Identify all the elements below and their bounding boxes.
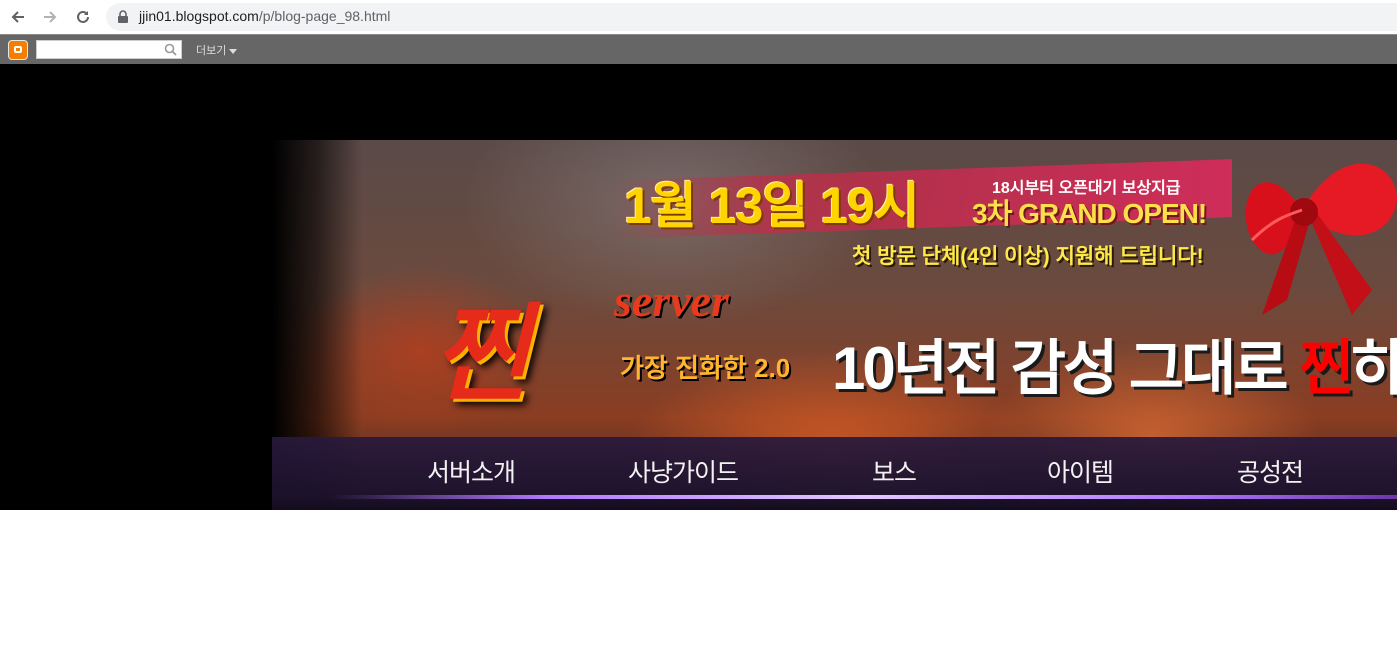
grand-open-text: 3차 GRAND OPEN!: [972, 198, 1207, 229]
slogan-tail-text: 하: [1351, 335, 1397, 402]
menu-item-items[interactable]: 아이템: [1047, 453, 1114, 489]
logo-server-text: server: [614, 275, 729, 326]
server-logo: 찐 server 가장 진화한 2.0: [432, 268, 822, 438]
blog-search-box: [36, 40, 182, 61]
menu-glow-line: [332, 495, 1397, 499]
logo-jjin-text: 찐: [432, 297, 530, 414]
slogan-main-text: 10년전 감성 그대로: [832, 335, 1300, 402]
url-text: jjin01.blogspot.com/p/blog-page_98.html: [139, 8, 390, 24]
menu-item-siege[interactable]: 공성전: [1237, 453, 1304, 489]
back-button[interactable]: [6, 5, 30, 29]
reload-button[interactable]: [71, 5, 95, 29]
slogan-highlight-text: 찐: [1299, 335, 1354, 402]
address-bar[interactable]: jjin01.blogspot.com/p/blog-page_98.html: [106, 3, 1397, 31]
logo-tagline: 가장 진화한 2.0: [620, 353, 791, 383]
banner-slogan: 10년전 감성 그대로 찐하: [832, 320, 1397, 407]
arrow-left-icon: [11, 11, 24, 23]
search-icon[interactable]: [164, 43, 177, 56]
url-path: /p/blog-page_98.html: [258, 8, 391, 24]
menu-item-hunting-guide[interactable]: 사냥가이드: [628, 453, 739, 489]
server-banner: 1월 13일 19시 18시부터 오픈대기 보상지급 3차 GRAND OPEN…: [272, 140, 1397, 510]
menu-item-boss[interactable]: 보스: [872, 453, 917, 489]
forward-button[interactable]: [38, 5, 62, 29]
blog-search-input[interactable]: [41, 45, 161, 61]
more-label: 더보기: [196, 44, 227, 57]
blogger-navbar: 더보기: [0, 34, 1397, 64]
browser-toolbar: jjin01.blogspot.com/p/blog-page_98.html: [0, 0, 1397, 34]
banner-menu: 서버소개 사냥가이드 보스 아이템 공성전: [272, 437, 1397, 510]
blogger-logo-icon[interactable]: [8, 40, 28, 60]
visit-support-text: 첫 방문 단체(4인 이상) 지원해 드립니다!: [852, 245, 1204, 268]
arrow-right-icon: [44, 11, 57, 23]
menu-item-server-intro[interactable]: 서버소개: [427, 453, 516, 489]
caret-down-icon: [229, 48, 238, 54]
reload-icon: [77, 10, 89, 23]
red-bow-decoration: [1245, 163, 1397, 315]
lock-icon: [118, 10, 128, 23]
more-dropdown[interactable]: 더보기: [196, 42, 238, 58]
open-date-text: 1월 13일 19시: [624, 178, 920, 234]
url-host: jjin01.blogspot.com: [139, 8, 259, 24]
